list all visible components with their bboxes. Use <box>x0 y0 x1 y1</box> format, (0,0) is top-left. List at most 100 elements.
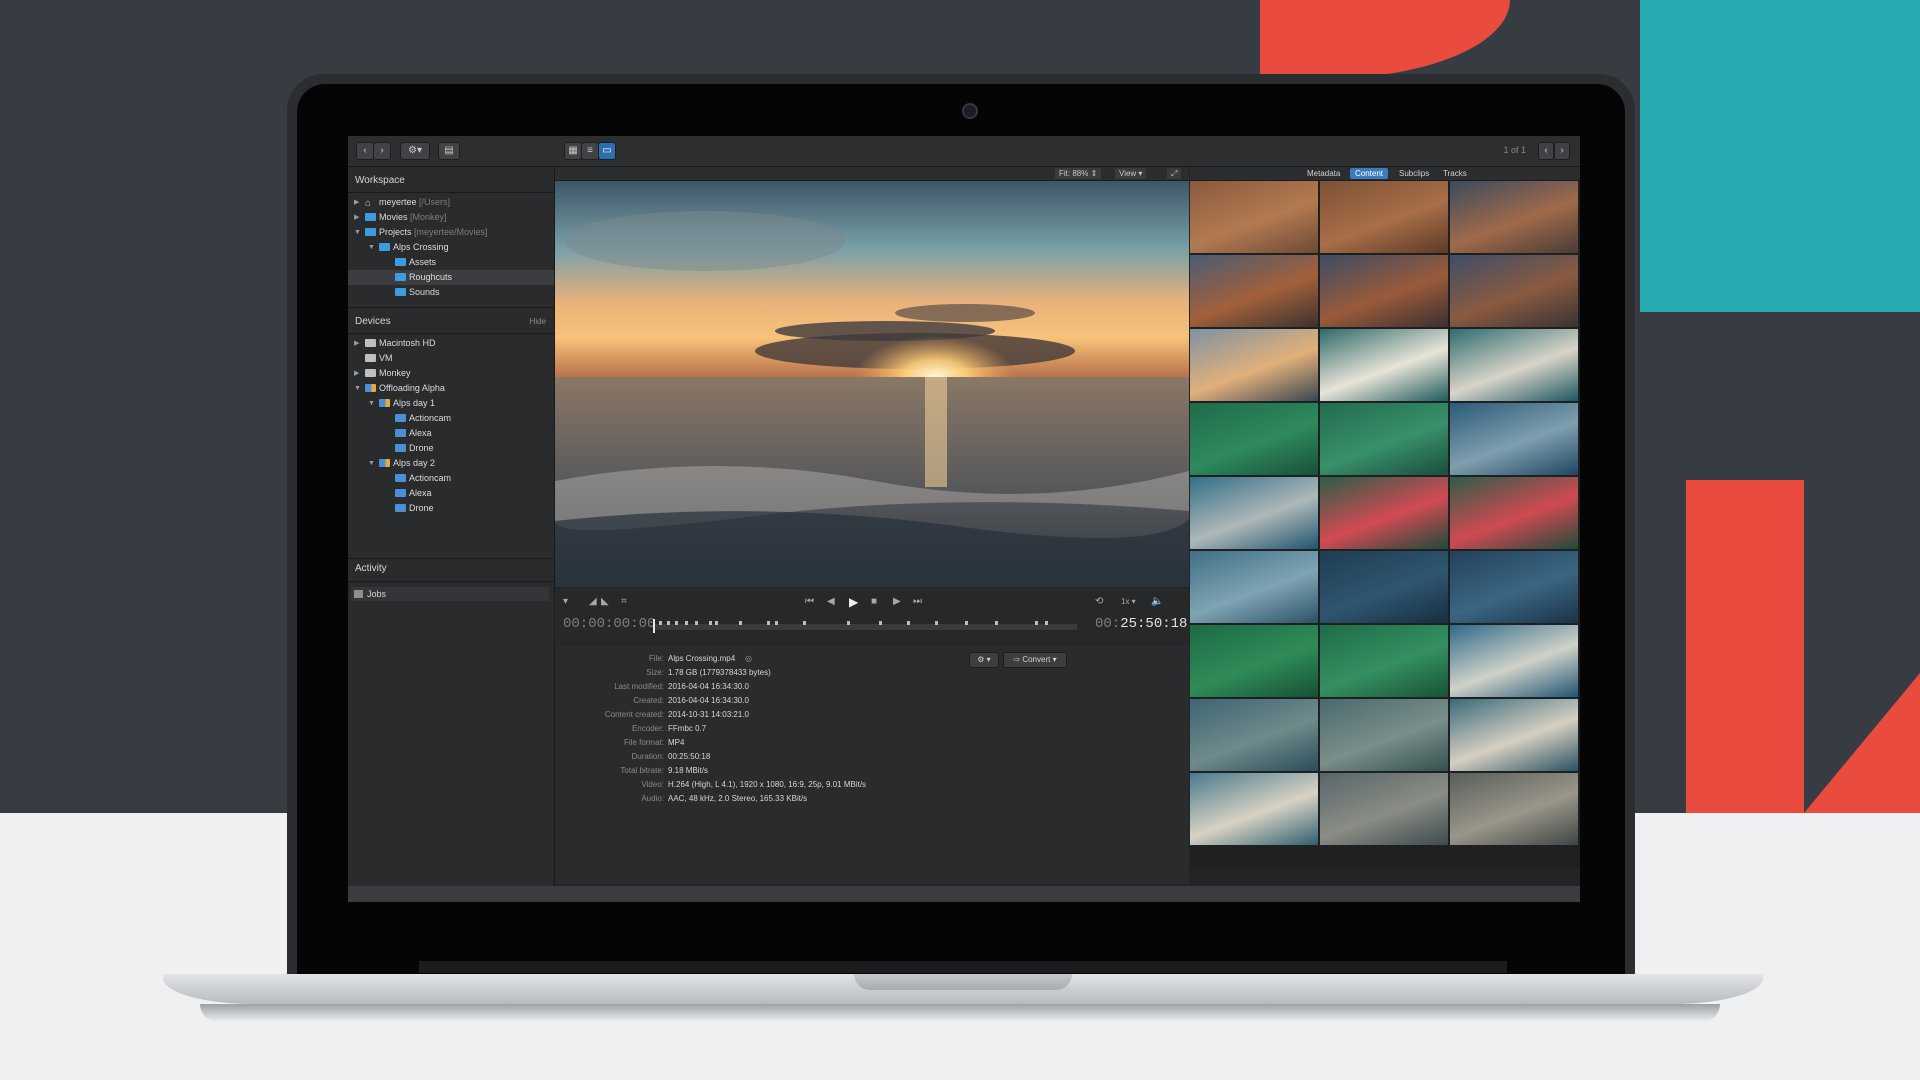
playback-rate[interactable]: 1x ▾ <box>1121 597 1136 606</box>
device-vm[interactable]: VM <box>348 351 554 366</box>
clip-thumbnail[interactable] <box>1320 329 1448 401</box>
sidebar-item-assets[interactable]: Assets <box>348 255 554 270</box>
clip-thumbnail[interactable] <box>1450 403 1578 475</box>
sidebar-item-jobs[interactable]: Jobs <box>351 587 549 601</box>
disclosure-open-icon[interactable]: ▼ <box>354 225 361 240</box>
clip-thumbnail[interactable] <box>1190 403 1318 475</box>
marker-icon[interactable]: ▾ <box>563 596 568 607</box>
clip-thumbnail[interactable] <box>1450 773 1578 845</box>
gear-icon[interactable]: ⚙▾ <box>400 142 430 160</box>
chevron-left-icon[interactable]: ‹ <box>356 142 374 160</box>
item-label: VM <box>379 353 393 363</box>
info-row-duration: Duration: 00:25:50:18 <box>555 750 1189 764</box>
divider <box>348 192 554 193</box>
page-next-icon[interactable]: › <box>1554 142 1570 160</box>
page-prev-icon[interactable]: ‹ <box>1538 142 1554 160</box>
timeline-scrubber[interactable] <box>655 624 1077 630</box>
clip-thumbnail[interactable] <box>1450 477 1578 549</box>
clip-thumbnail[interactable] <box>1320 181 1448 253</box>
clip-thumbnail[interactable] <box>1190 773 1318 845</box>
clip-thumbnail[interactable] <box>1190 625 1318 697</box>
device-alps-day-1[interactable]: ▼ Alps day 1 <box>348 396 554 411</box>
expand-icon[interactable]: ⤢ <box>1167 168 1182 179</box>
sidebar-item-meyertee[interactable]: ▶ ⌂ meyertee [/Users] <box>348 195 554 210</box>
sidebar-item-movies[interactable]: ▶ Movies [Monkey] <box>348 210 554 225</box>
sidebar-item-alps-crossing[interactable]: ▼ Alps Crossing <box>348 240 554 255</box>
sidebar-item-sounds[interactable]: Sounds <box>348 285 554 300</box>
item-label: Actioncam <box>409 473 452 483</box>
tab-subclips[interactable]: Subclips <box>1394 168 1434 179</box>
clip-thumbnail[interactable] <box>1190 551 1318 623</box>
clip-thumbnail[interactable] <box>1320 625 1448 697</box>
clip-thumbnail[interactable] <box>1450 699 1578 771</box>
clip-thumbnail[interactable] <box>1190 699 1318 771</box>
sidebar-item-projects[interactable]: ▼ Projects [meyertee/Movies] <box>348 225 554 240</box>
device-drone-2[interactable]: Drone <box>348 501 554 516</box>
chevron-right-icon[interactable]: › <box>373 142 391 160</box>
info-value: FFmbc 0.7 <box>668 724 707 733</box>
clip-thumbnail[interactable] <box>1320 551 1448 623</box>
grid-view-icon[interactable]: ▦ <box>564 142 582 160</box>
clip-thumbnail[interactable] <box>1190 477 1318 549</box>
tab-tracks[interactable]: Tracks <box>1438 168 1472 179</box>
disclosure-icon[interactable]: ▶ <box>354 210 359 225</box>
reveal-file-icon[interactable]: ◎ <box>745 652 752 666</box>
video-player[interactable] <box>555 181 1189 587</box>
device-alps-day-2[interactable]: ▼ Alps day 2 <box>348 456 554 471</box>
decor-teal-block <box>1640 0 1920 312</box>
disclosure-open-icon[interactable]: ▼ <box>368 396 375 411</box>
info-row-file-format: File format: MP4 <box>555 736 1189 750</box>
clip-thumbnail[interactable] <box>1190 181 1318 253</box>
clip-thumbnail[interactable] <box>1190 329 1318 401</box>
clip-thumbnail[interactable] <box>1450 625 1578 697</box>
view-menu[interactable]: View ▾ <box>1115 168 1147 179</box>
loop-icon[interactable]: ⟲ <box>1095 596 1103 607</box>
device-actioncam-1[interactable]: Actioncam <box>348 411 554 426</box>
device-alexa-1[interactable]: Alexa <box>348 426 554 441</box>
step-back-icon[interactable]: ◀ <box>827 596 835 607</box>
clip-thumbnail[interactable] <box>1320 773 1448 845</box>
device-macintosh-hd[interactable]: ▶ Macintosh HD <box>348 336 554 351</box>
device-actioncam-2[interactable]: Actioncam <box>348 471 554 486</box>
item-label: Drone <box>409 443 434 453</box>
fit-zoom-select[interactable]: Fit: 88% ⇕ <box>1055 168 1102 179</box>
tab-metadata[interactable]: Metadata <box>1302 168 1345 179</box>
clip-thumbnail[interactable] <box>1320 477 1448 549</box>
clip-thumbnail[interactable] <box>1450 181 1578 253</box>
sidebar-item-roughcuts[interactable]: Roughcuts <box>348 270 554 285</box>
timeline-marker <box>675 621 678 625</box>
disclosure-open-icon[interactable]: ▼ <box>354 381 361 396</box>
clip-thumbnail[interactable] <box>1450 329 1578 401</box>
clip-thumbnail[interactable] <box>1320 403 1448 475</box>
clip-thumbnail[interactable] <box>1320 255 1448 327</box>
stop-icon[interactable]: ■ <box>871 596 877 607</box>
folder-plus-icon[interactable]: ▤ <box>438 142 460 160</box>
crop-icon[interactable]: ⌗ <box>621 596 627 607</box>
skip-forward-icon[interactable]: ⏭ <box>913 596 922 607</box>
mark-out-icon[interactable]: ◣ <box>601 596 609 607</box>
item-label: Macintosh HD <box>379 338 436 348</box>
clip-thumbnail[interactable] <box>1190 255 1318 327</box>
device-offloading-alpha[interactable]: ▼ Offloading Alpha <box>348 381 554 396</box>
clip-thumbnail[interactable] <box>1450 255 1578 327</box>
view-label: View <box>1119 169 1137 178</box>
disclosure-icon[interactable]: ▶ <box>354 336 359 351</box>
device-monkey[interactable]: ▶ Monkey <box>348 366 554 381</box>
skip-back-icon[interactable]: ⏮ <box>805 596 814 607</box>
volume-icon[interactable]: 🔈 <box>1151 596 1163 607</box>
clip-thumbnail[interactable] <box>1320 699 1448 771</box>
mark-in-icon[interactable]: ◢ <box>589 596 597 607</box>
device-drone-1[interactable]: Drone <box>348 441 554 456</box>
disclosure-icon[interactable]: ▶ <box>354 195 359 210</box>
clip-thumbnail[interactable] <box>1450 551 1578 623</box>
play-icon[interactable]: ▶ <box>849 595 858 609</box>
device-alexa-2[interactable]: Alexa <box>348 486 554 501</box>
list-view-icon[interactable]: ≡ <box>581 142 599 160</box>
step-forward-icon[interactable]: ▶ <box>893 596 901 607</box>
single-view-icon[interactable]: ▭ <box>598 142 616 160</box>
disclosure-open-icon[interactable]: ▼ <box>368 240 375 255</box>
disclosure-icon[interactable]: ▶ <box>354 366 359 381</box>
devices-hide-link[interactable]: Hide <box>530 312 546 332</box>
disclosure-open-icon[interactable]: ▼ <box>368 456 375 471</box>
tab-content[interactable]: Content <box>1350 168 1389 179</box>
